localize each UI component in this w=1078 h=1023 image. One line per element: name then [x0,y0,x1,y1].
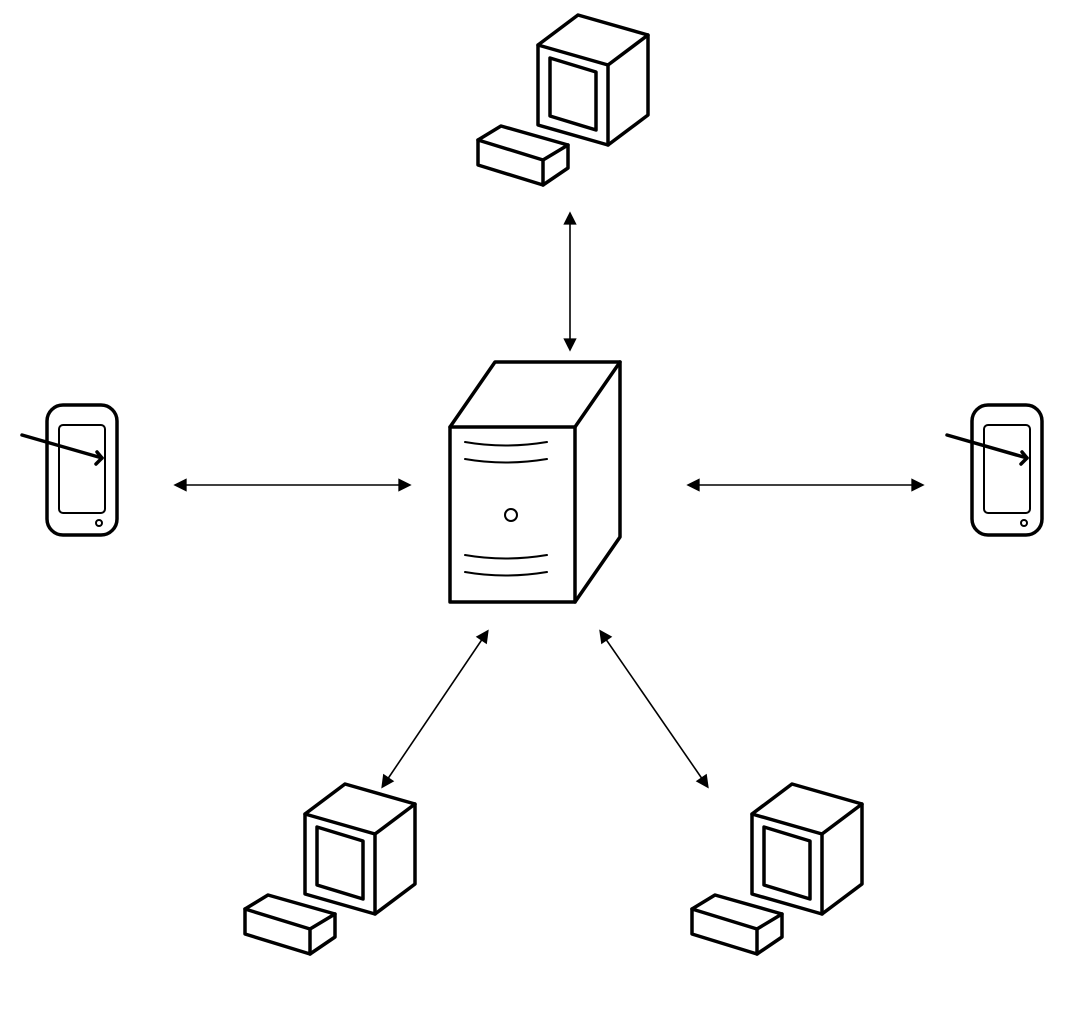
tablet-icon [947,405,1042,535]
server-icon [450,362,620,602]
edge-center-bottom-left [385,635,485,783]
edge-center-bottom-right [603,635,705,783]
desktop-icon [245,784,415,954]
desktop-icon [692,784,862,954]
tablet-icon [22,405,117,535]
network-diagram [0,0,1078,1023]
connections [180,218,918,783]
desktop-icon [478,15,648,185]
